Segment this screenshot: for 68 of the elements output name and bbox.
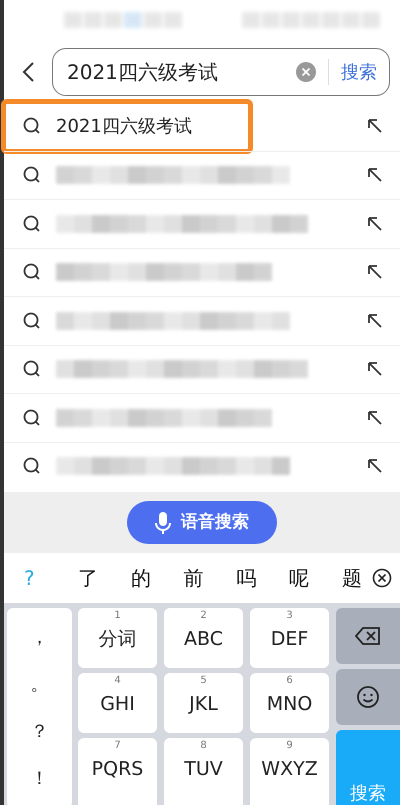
- smiley-icon: [356, 685, 380, 710]
- punctuation-symbol[interactable]: ？: [30, 718, 48, 745]
- arrow-icon[interactable]: [366, 312, 384, 330]
- punctuation-key[interactable]: ， 。 ？ ！: [7, 608, 72, 805]
- key-letters: 分词: [98, 627, 136, 652]
- key-number: 6: [286, 675, 293, 687]
- arrow-icon[interactable]: [366, 166, 384, 184]
- key-number: 7: [114, 740, 121, 752]
- suggestion-item[interactable]: 2021四六级考试: [4, 102, 250, 150]
- key-letters: WXYZ: [261, 757, 318, 782]
- key-number: 3: [286, 610, 293, 622]
- search-icon: [22, 359, 42, 380]
- suggestion-text: 2021四六级考试: [56, 114, 193, 139]
- keyboard-key[interactable]: 3 DEF: [250, 608, 329, 668]
- keyboard-key[interactable]: 9 WXYZ: [250, 738, 329, 805]
- arrow-icon[interactable]: [366, 214, 384, 233]
- key-number: 5: [200, 675, 207, 687]
- candidate-word[interactable]: 吗: [236, 563, 256, 593]
- keyboard-key[interactable]: 7 PQRS: [78, 738, 157, 805]
- key-letters: JKL: [189, 692, 218, 717]
- back-icon: [21, 61, 35, 83]
- close-icon[interactable]: [372, 568, 392, 588]
- keyboard-key[interactable]: 8 TUV: [164, 738, 243, 805]
- candidate-word[interactable]: 呢: [289, 563, 310, 593]
- search-icon: [22, 408, 42, 428]
- search-icon: [22, 165, 42, 186]
- keyboard-key[interactable]: 2 ABC: [164, 608, 243, 668]
- key-number: 8: [200, 740, 207, 752]
- key-number: 1: [114, 610, 121, 622]
- search-icon: [22, 262, 42, 282]
- keyboard-key[interactable]: 4 GHI: [78, 673, 157, 733]
- key-number: 9: [286, 740, 293, 752]
- keyboard-key[interactable]: 5 JKL: [164, 673, 243, 733]
- key-letters: ABC: [184, 627, 223, 652]
- arrow-icon[interactable]: [366, 360, 384, 378]
- search-field[interactable]: 2021四六级考试 搜索: [52, 48, 390, 96]
- emoji-key[interactable]: [336, 669, 400, 726]
- key-letters: GHI: [100, 692, 135, 717]
- candidate-word[interactable]: 题: [342, 563, 362, 593]
- key-number: 2: [200, 610, 207, 622]
- candidate-word[interactable]: 前: [184, 563, 204, 593]
- punctuation-symbol[interactable]: 。: [30, 671, 48, 698]
- backspace-key[interactable]: [336, 608, 400, 664]
- backspace-icon: [355, 627, 381, 646]
- search-icon: [22, 214, 42, 234]
- voice-search-button[interactable]: 语音搜索: [127, 501, 277, 544]
- key-letters: DEF: [270, 627, 308, 652]
- search-icon: [22, 456, 42, 476]
- arrow-icon[interactable]: [366, 408, 384, 427]
- arrow-icon[interactable]: [366, 263, 384, 282]
- key-letters: TUV: [184, 757, 223, 782]
- keyboard-key[interactable]: 6 MNO: [250, 673, 329, 733]
- clear-icon[interactable]: [296, 62, 316, 82]
- arrow-icon[interactable]: [366, 117, 384, 136]
- search-icon: [22, 310, 42, 331]
- key-letters: MNO: [266, 692, 312, 717]
- punctuation-symbol[interactable]: ，: [30, 624, 48, 651]
- search-query: 2021四六级考试: [67, 59, 219, 86]
- key-number: 4: [114, 675, 121, 687]
- search-button[interactable]: 搜索: [341, 58, 377, 86]
- microphone-icon: [155, 510, 171, 534]
- keyboard-key[interactable]: 1 分词: [78, 608, 157, 668]
- candidate-word[interactable]: 了: [78, 563, 98, 593]
- candidate-word[interactable]: 的: [130, 563, 151, 593]
- key-letters: PQRS: [92, 757, 144, 782]
- arrow-icon[interactable]: [366, 457, 384, 476]
- search-icon: [22, 116, 42, 136]
- punctuation-symbol[interactable]: ！: [30, 765, 48, 792]
